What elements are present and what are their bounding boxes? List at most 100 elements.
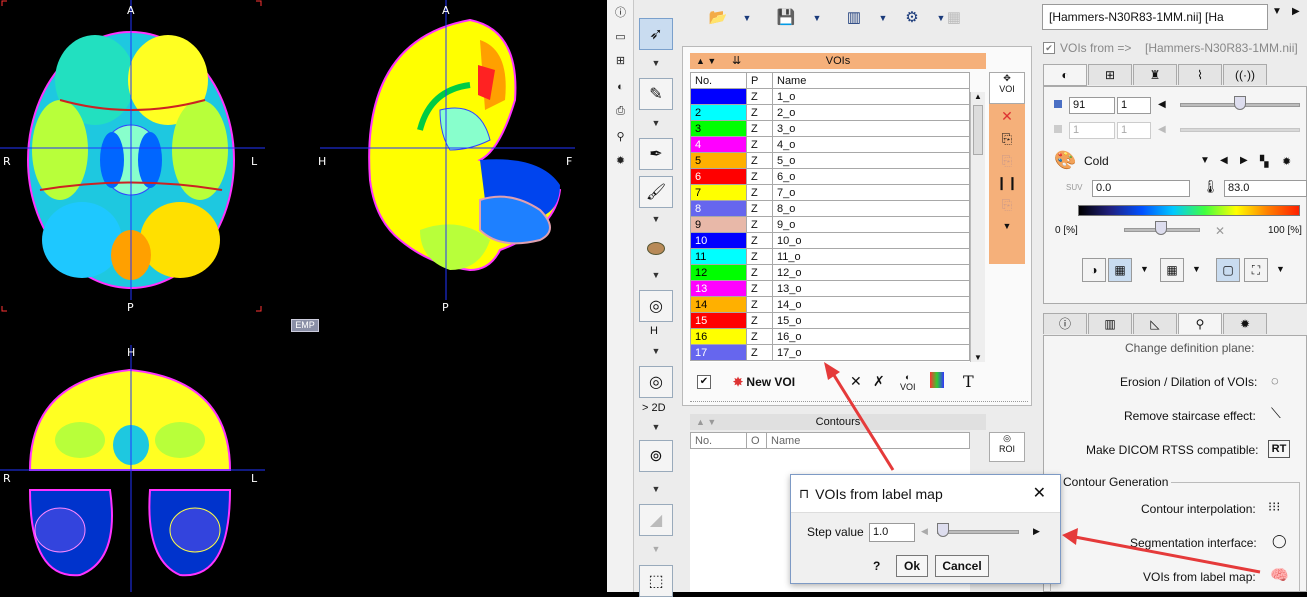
roi-button[interactable]: ◎ ROI xyxy=(989,432,1025,462)
open-icon[interactable]: 📂 xyxy=(706,7,730,29)
range-max-field[interactable]: 83.0 xyxy=(1224,180,1307,197)
staircase-icon[interactable]: ⟍ xyxy=(1271,405,1281,422)
tab-contrast[interactable]: ◐ xyxy=(1043,64,1087,85)
voi-name-cell[interactable]: 5_o xyxy=(772,152,970,169)
voi-no-cell[interactable]: 16 xyxy=(690,328,747,345)
close-icon[interactable]: ✕ xyxy=(1033,483,1046,503)
mirror-icon[interactable]: ❙❙ xyxy=(989,175,1025,191)
voi-table-row[interactable]: 17 Z 17_o xyxy=(690,344,970,361)
voi-table-row[interactable]: 14 Z 14_o xyxy=(690,296,970,313)
voi-name-cell[interactable]: 8_o xyxy=(772,200,970,217)
labelmap-icon[interactable]: 🧠 xyxy=(1270,566,1289,584)
colorbar[interactable] xyxy=(1078,205,1300,216)
chevron-down-icon[interactable]: ▼ xyxy=(649,214,663,224)
voi-p-cell[interactable]: Z xyxy=(746,200,773,217)
fit-icon[interactable]: ⛶ xyxy=(1244,258,1268,282)
voi-name-cell[interactable]: 2_o xyxy=(772,104,970,121)
col-name[interactable]: Name xyxy=(772,72,970,89)
close-icon[interactable]: ✕ xyxy=(850,373,862,390)
tab-wireless[interactable]: ((·)) xyxy=(1223,64,1267,85)
color-icon[interactable] xyxy=(930,372,944,388)
step-slider-knob[interactable] xyxy=(937,523,949,537)
step-slider[interactable] xyxy=(937,530,1019,534)
voi-table-row[interactable]: 13 Z 13_o xyxy=(690,280,970,297)
dialog-titlebar[interactable]: ⊓ VOIs from label map ✕ xyxy=(791,475,1060,513)
series-select[interactable]: [Hammers-N30R83-1MM.nii] [Ha xyxy=(1042,4,1268,30)
settings-icon[interactable]: ✹ xyxy=(613,154,628,168)
col-name[interactable]: Name xyxy=(766,432,970,449)
voi-p-cell[interactable]: Z xyxy=(746,104,773,121)
voi-name-cell[interactable]: 4_o xyxy=(772,136,970,153)
voi-p-cell[interactable]: Z xyxy=(746,312,773,329)
delete-icon[interactable]: ✕ xyxy=(989,108,1025,125)
scroll-up-icon[interactable]: ▲ xyxy=(971,92,985,101)
voi-name-cell[interactable]: 15_o xyxy=(772,312,970,329)
voi-name-cell[interactable]: 3_o xyxy=(772,120,970,137)
vois-scrollbar[interactable]: ▲ ▼ xyxy=(970,92,985,362)
voi-table-row[interactable]: 7 Z 7_o xyxy=(690,184,970,201)
voi-name-cell[interactable]: 11_o xyxy=(772,248,970,265)
voi-table-row[interactable]: 8 Z 8_o xyxy=(690,200,970,217)
tab-stats[interactable]: ▥ xyxy=(1088,313,1132,334)
collapse-icon[interactable]: ▲ ▼ xyxy=(696,53,716,69)
cancel-button[interactable]: Cancel xyxy=(935,555,989,577)
voi-no-cell[interactable]: 9 xyxy=(690,216,747,233)
voi-p-cell[interactable]: Z xyxy=(746,344,773,361)
voi-p-cell[interactable]: Z xyxy=(746,136,773,153)
contrast-icon[interactable]: ◐ xyxy=(613,80,628,94)
close-icon[interactable]: ✕ xyxy=(1215,224,1225,238)
brain-slices-canvas[interactable] xyxy=(0,0,607,592)
voi-table-row[interactable]: 15 Z 15_o xyxy=(690,312,970,329)
colortable-select[interactable]: Cold xyxy=(1084,154,1109,168)
step-value-field[interactable]: 1.0 xyxy=(869,523,915,542)
chevron-down-icon[interactable]: ▼ xyxy=(649,484,663,494)
segmentation-icon[interactable]: ◯ xyxy=(1272,533,1287,549)
interp-icon[interactable]: ⁝⁝⁝ xyxy=(1268,499,1280,515)
voi-table-row[interactable]: 6 Z 6_o xyxy=(690,168,970,185)
voi-name-cell[interactable]: 13_o xyxy=(772,280,970,297)
tab-profile[interactable]: ◺ xyxy=(1133,313,1177,334)
chevron-down-icon[interactable]: ▼ xyxy=(1140,264,1149,274)
col-no[interactable]: No. xyxy=(690,72,747,89)
voi-name-cell[interactable]: 1_o xyxy=(772,88,970,105)
voi-p-cell[interactable]: Z xyxy=(746,280,773,297)
chevron-down-icon[interactable]: ▼ xyxy=(810,7,824,29)
box-icon[interactable]: ⬚ xyxy=(639,565,673,597)
voi-p-cell[interactable]: Z xyxy=(746,184,773,201)
voi-no-cell[interactable]: 8 xyxy=(690,200,747,217)
chevron-left-icon[interactable]: ◀ xyxy=(1220,155,1228,166)
print-icon[interactable]: ⎙ xyxy=(613,104,628,118)
voi-p-cell[interactable]: Z xyxy=(746,216,773,233)
vois-from-checkbox[interactable]: ✔ xyxy=(1043,42,1055,54)
chevron-down-icon[interactable]: ▼ xyxy=(1272,6,1282,17)
voi-table-row[interactable]: 16 Z 16_o xyxy=(690,328,970,345)
voi-2d-icon[interactable]: ◎ xyxy=(639,366,673,398)
erosion-icon[interactable]: ◌ xyxy=(1271,373,1279,388)
chevron-left-icon[interactable]: ◀ xyxy=(1158,99,1166,110)
voi-p-cell[interactable]: Z xyxy=(746,328,773,345)
vois-checkbox[interactable]: ✔ xyxy=(697,375,711,389)
chevron-left-icon[interactable]: ◀ xyxy=(921,526,928,537)
voi-table-row[interactable]: 9 Z 9_o xyxy=(690,216,970,233)
voi-p-cell[interactable]: Z xyxy=(746,296,773,313)
voi-name-cell[interactable]: 9_o xyxy=(772,216,970,233)
voi-no-cell[interactable]: 4 xyxy=(690,136,747,153)
emp-badge[interactable]: EMP xyxy=(291,319,319,332)
chevron-right-icon[interactable]: ▶ xyxy=(1033,526,1040,537)
voi-no-cell[interactable]: 3 xyxy=(690,120,747,137)
rt-button[interactable]: RT xyxy=(1268,440,1290,458)
new-voi-button[interactable]: ✸ New VOI xyxy=(733,375,795,389)
pen-icon[interactable]: ✒ xyxy=(639,138,673,170)
voi-name-cell[interactable]: 12_o xyxy=(772,264,970,281)
copy-icon[interactable]: ⎘ xyxy=(989,131,1025,147)
image-viewer[interactable]: A P R L A P H F H R L EMP xyxy=(0,0,607,592)
voi-p-cell[interactable]: Z xyxy=(746,264,773,281)
tools-icon[interactable]: ⚙ xyxy=(900,7,924,29)
chevron-down-icon[interactable]: ▼ xyxy=(649,422,663,432)
voi-table-row[interactable]: 11 Z 11_o xyxy=(690,248,970,265)
ok-button[interactable]: Ok xyxy=(896,555,928,577)
voi-no-cell[interactable]: 10 xyxy=(690,232,747,249)
contour-2d-icon[interactable]: ◎ xyxy=(639,290,673,322)
tab-fusion[interactable]: ♜ xyxy=(1133,64,1177,85)
tab-chart[interactable]: ⌇ xyxy=(1178,64,1222,85)
